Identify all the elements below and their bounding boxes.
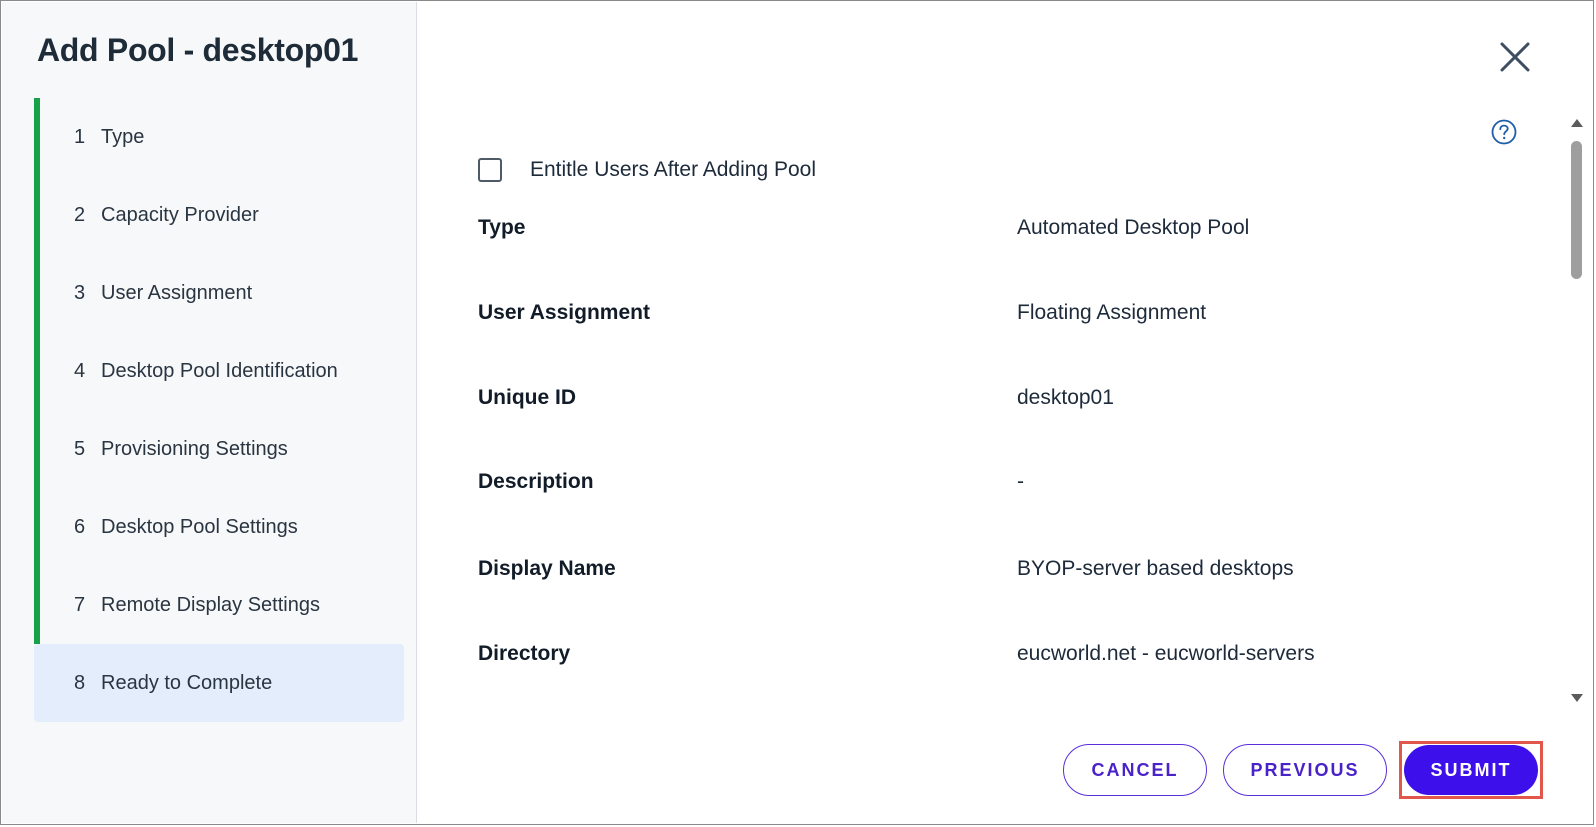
field-value: eucworld.net - eucworld-servers: [1017, 642, 1315, 665]
step-type[interactable]: 1 Type: [34, 98, 404, 176]
step-label: Desktop Pool Settings: [101, 515, 298, 538]
field-label: Description: [478, 470, 594, 493]
scroll-down-arrow-icon[interactable]: [1571, 694, 1583, 702]
step-desktop-pool-identification[interactable]: 4 Desktop Pool Identification: [34, 332, 404, 410]
step-number: 2: [74, 203, 86, 226]
summary-row-directory: Directory eucworld.net - eucworld-server…: [478, 642, 1538, 682]
step-label: Ready to Complete: [101, 671, 273, 694]
step-remote-display-settings[interactable]: 7 Remote Display Settings: [34, 566, 404, 644]
wizard-sidebar: Add Pool - desktop01 1 Type 2 Capacity P…: [2, 2, 417, 823]
close-icon[interactable]: [1498, 40, 1532, 74]
summary-row-description: Description -: [478, 470, 1538, 510]
field-label: Directory: [478, 642, 571, 665]
field-label: Unique ID: [478, 386, 576, 409]
summary-row-user-assignment: User Assignment Floating Assignment: [478, 301, 1538, 341]
scroll-up-arrow-icon[interactable]: [1571, 119, 1583, 127]
summary-row-type: Type Automated Desktop Pool: [478, 216, 1538, 256]
scroll-thumb[interactable]: [1571, 141, 1582, 279]
step-number: 5: [74, 437, 86, 460]
step-user-assignment[interactable]: 3 User Assignment: [34, 254, 404, 332]
cancel-button[interactable]: CANCEL: [1063, 744, 1207, 796]
field-value: Automated Desktop Pool: [1017, 216, 1250, 239]
step-provisioning-settings[interactable]: 5 Provisioning Settings: [34, 410, 404, 488]
step-ready-to-complete[interactable]: 8 Ready to Complete: [34, 644, 404, 722]
summary-row-display-name: Display Name BYOP-server based desktops: [478, 557, 1538, 597]
step-number: 4: [74, 359, 86, 382]
step-label: User Assignment: [101, 281, 253, 304]
step-number: 3: [74, 281, 86, 304]
field-label: Type: [478, 216, 526, 239]
field-value: -: [1017, 470, 1024, 493]
content-scrollbar[interactable]: [1568, 113, 1586, 708]
previous-button[interactable]: PREVIOUS: [1223, 744, 1387, 796]
submit-button[interactable]: SUBMIT: [1404, 745, 1538, 795]
step-number: 6: [74, 515, 86, 538]
step-number: 1: [74, 125, 86, 148]
step-number: 7: [74, 593, 86, 616]
entitle-users-checkbox[interactable]: [478, 158, 502, 182]
step-label: Provisioning Settings: [101, 437, 288, 460]
field-value: BYOP-server based desktops: [1017, 557, 1294, 580]
step-label: Desktop Pool Identification: [101, 359, 338, 382]
summary-row-unique-id: Unique ID desktop01: [478, 386, 1538, 426]
field-label: Display Name: [478, 557, 616, 580]
step-capacity-provider[interactable]: 2 Capacity Provider: [34, 176, 404, 254]
step-label: Type: [101, 125, 145, 148]
help-icon[interactable]: [1491, 119, 1517, 145]
dialog-title: Add Pool - desktop01: [37, 32, 359, 68]
field-value: desktop01: [1017, 386, 1114, 409]
entitle-users-label: Entitle Users After Adding Pool: [530, 158, 816, 181]
step-label: Capacity Provider: [101, 203, 259, 226]
step-desktop-pool-settings[interactable]: 6 Desktop Pool Settings: [34, 488, 404, 566]
wizard-steps: 1 Type 2 Capacity Provider 3 User Assign…: [34, 98, 404, 722]
field-value: Floating Assignment: [1017, 301, 1207, 324]
field-label: User Assignment: [478, 301, 650, 324]
step-label: Remote Display Settings: [101, 593, 320, 616]
step-number: 8: [74, 671, 86, 694]
entitle-users-option: Entitle Users After Adding Pool: [478, 158, 816, 182]
